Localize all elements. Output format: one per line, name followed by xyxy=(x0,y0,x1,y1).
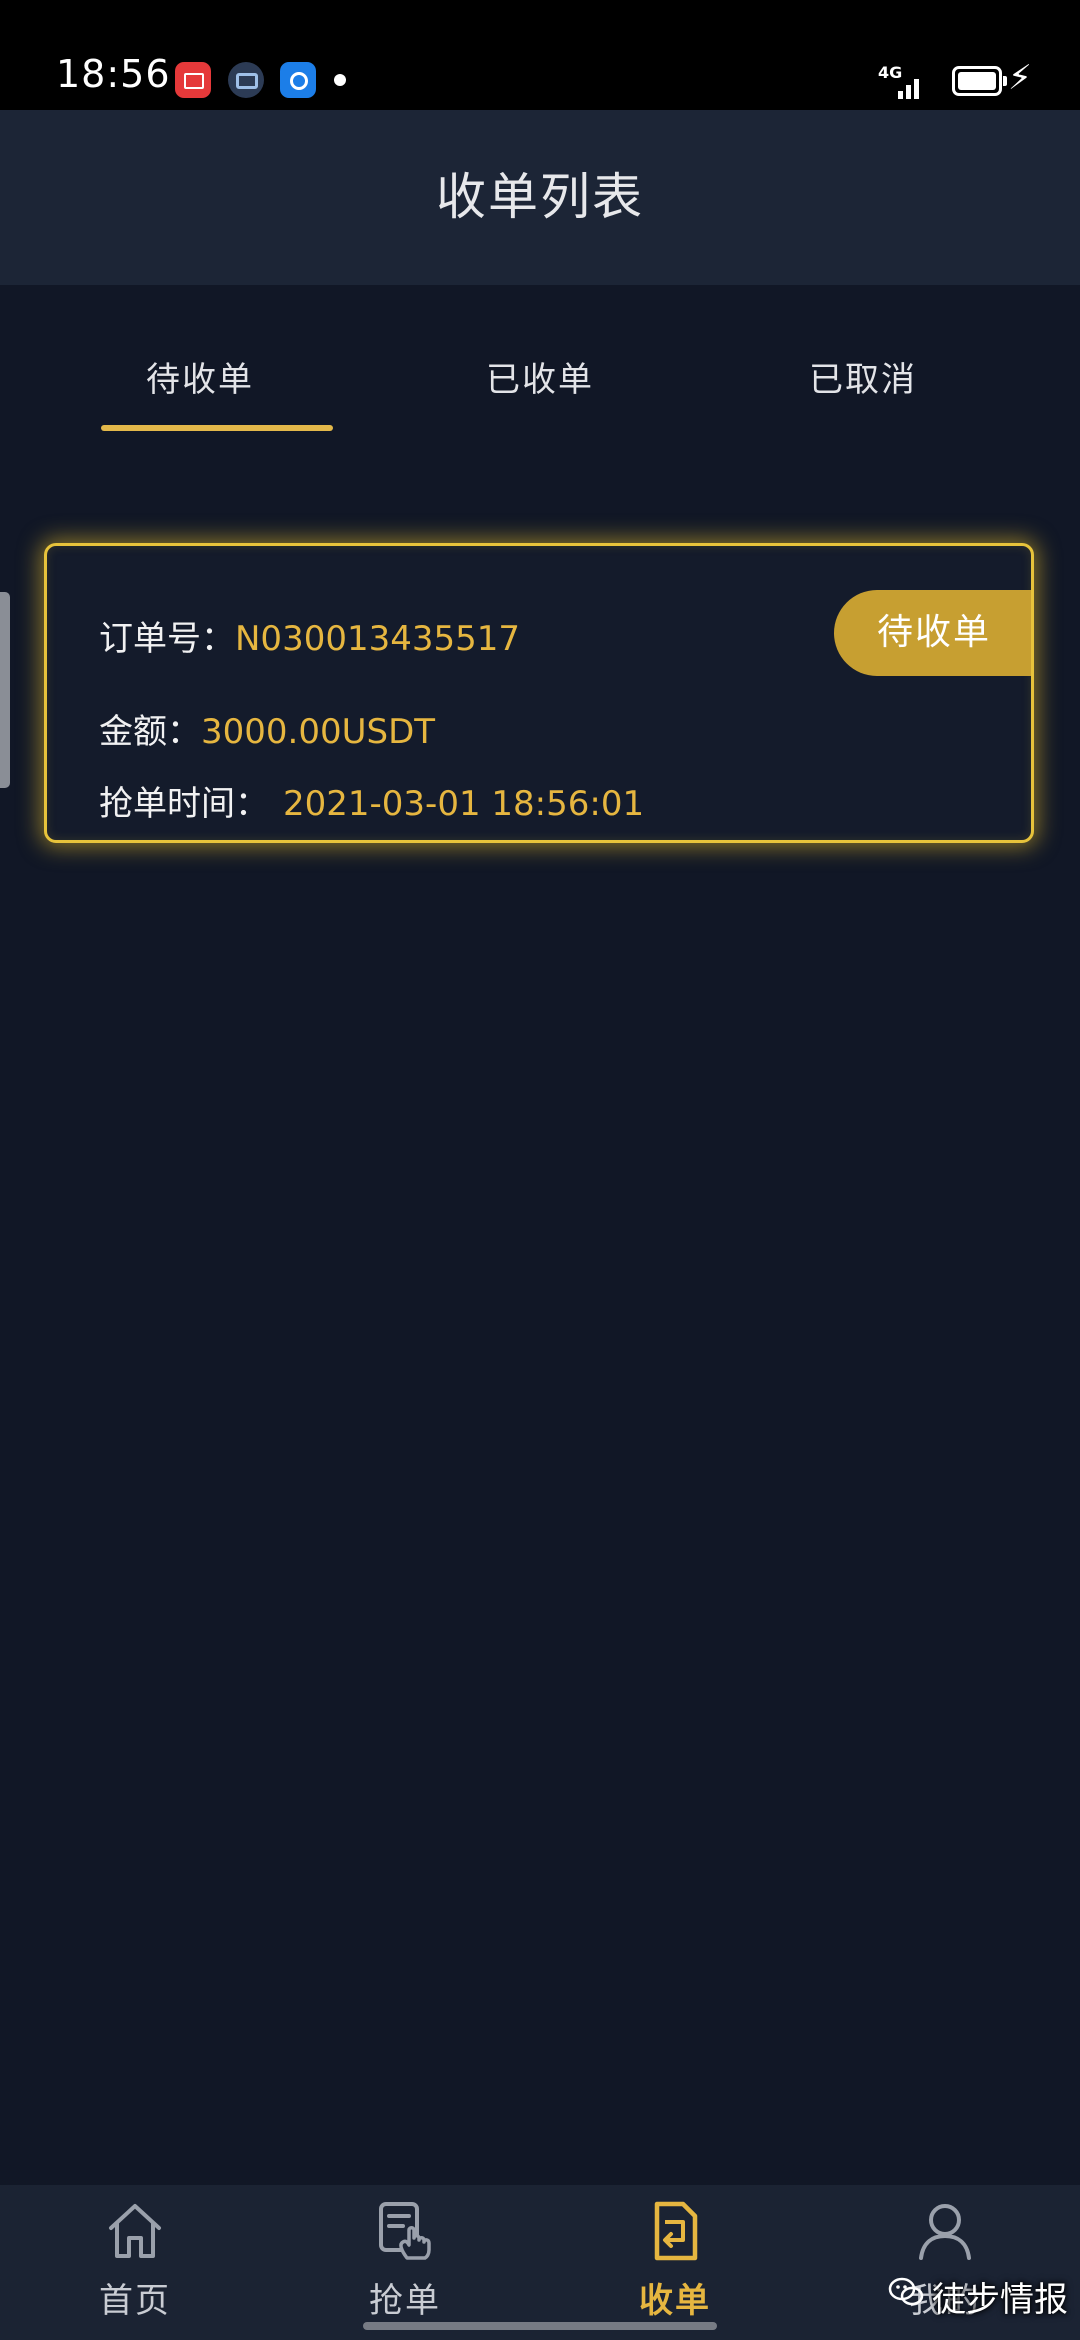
grab-time-label: 抢单时间： xyxy=(99,784,269,824)
page-title: 收单列表 xyxy=(436,168,644,226)
grab-order-icon xyxy=(379,2202,431,2260)
nav-label-grab-order: 抢单 xyxy=(369,2281,441,2321)
tab-cancelled[interactable]: 已取消 xyxy=(713,285,1013,455)
grab-time-row: 抢单时间： 2021-03-01 18:56:01 xyxy=(99,776,644,825)
amount-label: 金额： xyxy=(99,712,201,752)
watermark-text: 徒步情报 xyxy=(932,2280,1068,2320)
home-icon xyxy=(109,2204,161,2258)
tab-received[interactable]: 已收单 xyxy=(390,285,690,455)
nav-label-receive-order: 收单 xyxy=(639,2281,711,2321)
status-time: 18:56 xyxy=(56,52,171,96)
status-bar: 18:56 4G ⚡︎ xyxy=(0,0,1080,110)
bottom-nav: 首页 抢单 收单 我的 xyxy=(0,2185,1080,2340)
network-type-label: 4G xyxy=(878,63,903,82)
order-number-label: 订单号： xyxy=(99,619,235,659)
more-notifications-dot-icon xyxy=(334,74,346,86)
home-indicator[interactable] xyxy=(363,2322,717,2330)
screen: 18:56 4G ⚡︎ 收单列表 待收单 已收单 已取消 订单号：N030013… xyxy=(0,0,1080,2340)
signal-4g-icon: 4G xyxy=(876,63,924,99)
order-status-badge[interactable]: 待收单 xyxy=(834,590,1031,676)
mail-notification-icon xyxy=(228,62,264,98)
nav-item-grab-order[interactable]: 抢单 xyxy=(305,2185,505,2340)
battery-icon xyxy=(952,66,1007,96)
video-app-notification-icon xyxy=(175,62,211,98)
receive-order-icon xyxy=(654,2201,698,2261)
user-icon xyxy=(919,2204,971,2260)
grab-time-value: 2021-03-01 18:56:01 xyxy=(283,784,645,824)
scroll-indicator[interactable] xyxy=(0,592,10,788)
amount-value: 3000.00USDT xyxy=(201,712,436,752)
signal-bar xyxy=(906,85,911,99)
nav-item-home[interactable]: 首页 xyxy=(35,2185,235,2340)
active-tab-indicator xyxy=(101,425,333,431)
nav-item-receive-order[interactable]: 收单 xyxy=(575,2185,775,2340)
order-number-row: 订单号：N030013435517 xyxy=(99,611,520,660)
amount-row: 金额：3000.00USDT xyxy=(99,704,435,753)
wechat-icon xyxy=(888,2277,924,2306)
header: 收单列表 xyxy=(0,110,1080,285)
charging-icon: ⚡︎ xyxy=(1008,58,1032,98)
order-tabs: 待收单 已收单 已取消 xyxy=(0,285,1080,455)
nav-label-home: 首页 xyxy=(99,2281,171,2321)
browser-notification-icon xyxy=(280,62,316,98)
order-card[interactable]: 订单号：N030013435517 金额：3000.00USDT 抢单时间： 20… xyxy=(44,543,1034,843)
signal-bar xyxy=(898,91,903,99)
order-number-value: N030013435517 xyxy=(235,619,521,659)
signal-bar xyxy=(914,79,919,99)
